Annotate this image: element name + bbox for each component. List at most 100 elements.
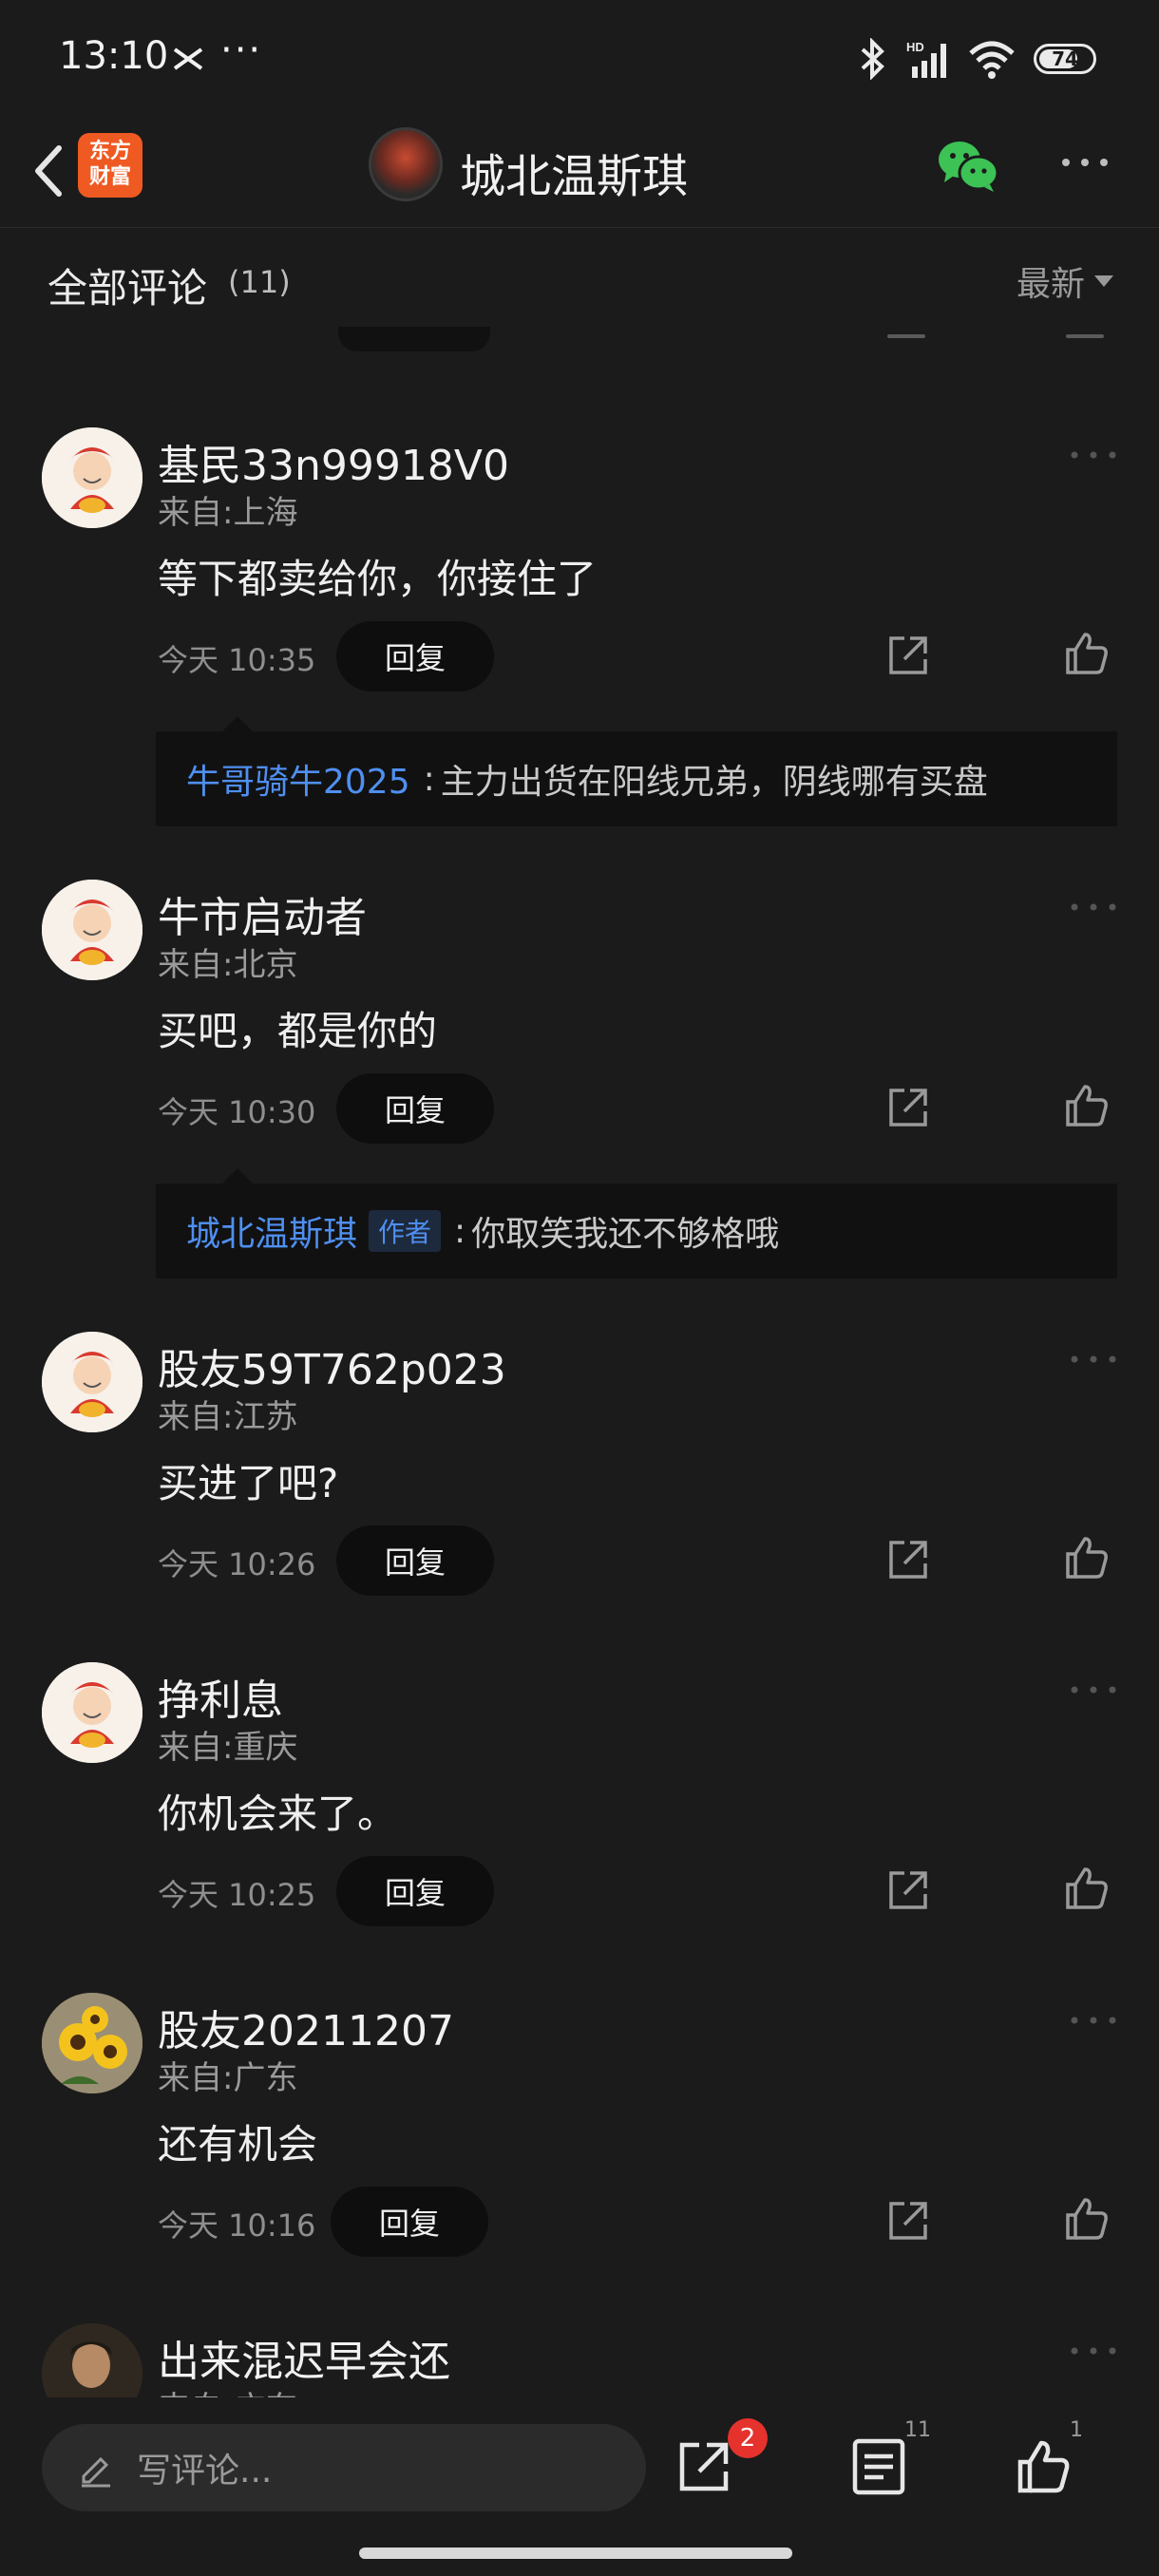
sort-select[interactable]: 最新 xyxy=(1016,256,1113,306)
comments-count: (11) xyxy=(228,264,291,300)
top-nav-bar: 东方 财富 城北温斯琪 xyxy=(0,114,1159,228)
comment-more-icon[interactable] xyxy=(1068,2014,1119,2027)
reply-preview[interactable]: 城北温斯琪 作者 : 你取笑我还不够格哦 xyxy=(156,1168,1117,1279)
avatar[interactable] xyxy=(42,1332,142,1432)
comment-location: 来自:重庆 xyxy=(158,1729,298,1767)
comment-location: 来自:江苏 xyxy=(158,1398,298,1436)
eastmoney-logo: 东方 财富 xyxy=(78,133,142,198)
reply-button[interactable]: 回复 xyxy=(336,1525,494,1596)
comment-more-icon[interactable] xyxy=(1068,448,1119,462)
share-icon[interactable] xyxy=(882,2194,935,2247)
avatar[interactable] xyxy=(42,2323,142,2397)
reply-text: 主力出货在阳线兄弟，阴线哪有买盘 xyxy=(440,763,988,802)
comment-text: 还有机会 xyxy=(158,2121,318,2168)
comment-time: 今天 10:35 xyxy=(158,642,316,678)
reply-button[interactable]: 回复 xyxy=(331,2187,488,2257)
home-indicator[interactable] xyxy=(359,2548,792,2559)
sunflower-avatar-icon xyxy=(42,1993,142,2093)
svg-text:HD: HD xyxy=(906,40,924,54)
avatar[interactable] xyxy=(42,427,142,528)
more-options-icon[interactable] xyxy=(1056,148,1113,177)
fortune-god-avatar-icon xyxy=(42,427,142,528)
author-tag: 作者 xyxy=(369,1210,442,1252)
share-icon[interactable] xyxy=(882,1081,935,1134)
caret-down-icon xyxy=(1094,275,1113,287)
comment-more-icon[interactable] xyxy=(1068,900,1119,914)
status-more-dots: ··· xyxy=(220,28,263,72)
logo-line-2: 财富 xyxy=(88,165,131,189)
wifi-icon xyxy=(969,41,1015,79)
comment-time: 今天 10:26 xyxy=(158,1546,316,1582)
status-icons: HD 74 xyxy=(857,38,1096,80)
comment-more-icon[interactable] xyxy=(1068,1353,1119,1366)
thumbs-up-icon[interactable] xyxy=(1013,2435,1075,2498)
write-comment-input[interactable]: 写评论... xyxy=(42,2424,646,2511)
pencil-icon xyxy=(82,2456,110,2488)
comment-location: 来自:广东 xyxy=(158,2059,298,2097)
share-icon[interactable] xyxy=(882,1864,935,1917)
logo-line-1: 东方 xyxy=(88,140,131,163)
comment-author[interactable]: 出来混迟早会还 xyxy=(158,2327,450,2388)
partial-reply-button xyxy=(338,327,490,351)
partial-like-icon xyxy=(1066,334,1104,338)
reply-preview[interactable]: 牛哥骑牛2025 : 主力出货在阳线兄弟，阴线哪有买盘 xyxy=(156,716,1117,826)
thumbs-up-icon[interactable] xyxy=(1060,627,1113,680)
comment-author[interactable]: 挣利息 xyxy=(158,1666,283,1727)
portrait-avatar-icon xyxy=(42,2323,142,2397)
avatar[interactable] xyxy=(42,880,142,980)
comment-time: 今天 10:25 xyxy=(158,1877,316,1913)
reply-button[interactable]: 回复 xyxy=(336,621,494,691)
share-icon[interactable] xyxy=(882,1533,935,1586)
share-icon[interactable] xyxy=(673,2435,735,2498)
comment-location: 来自:北京 xyxy=(158,946,298,984)
back-arrow-icon[interactable] xyxy=(21,135,78,207)
comment-location: 来自:广东 xyxy=(158,2382,297,2397)
thumbs-up-icon[interactable] xyxy=(1060,2192,1113,2245)
avatar[interactable] xyxy=(42,1993,142,2093)
signal-icon: HD xyxy=(906,40,946,78)
battery-percent: 74 xyxy=(1052,47,1078,70)
comment-more-icon[interactable] xyxy=(1068,1683,1119,1696)
fortune-god-avatar-icon xyxy=(42,1662,142,1763)
reply-button[interactable]: 回复 xyxy=(336,1073,494,1144)
reply-colon: : xyxy=(423,759,435,799)
avatar[interactable] xyxy=(42,1662,142,1763)
comment-author[interactable]: 股友59T762p023 xyxy=(158,1335,506,1396)
comments-list-icon[interactable] xyxy=(847,2435,910,2498)
comment-location: 来自:上海 xyxy=(158,494,298,532)
comment-text: 买吧，都是你的 xyxy=(158,1008,438,1054)
share-icon[interactable] xyxy=(882,629,935,682)
reply-button[interactable]: 回复 xyxy=(336,1856,494,1926)
comment-text: 买进了吧? xyxy=(158,1460,339,1506)
reply-author[interactable]: 牛哥骑牛2025 xyxy=(186,754,410,804)
comment-list[interactable]: 基民33n99918V0 来自:上海 等下都卖给你，你接住了 今天 10:35 … xyxy=(0,327,1159,2397)
fortune-god-avatar-icon xyxy=(42,1332,142,1432)
thumbs-up-icon[interactable] xyxy=(1060,1862,1113,1915)
partial-share-icon xyxy=(887,334,925,338)
share-badge: 2 xyxy=(728,2418,768,2458)
capcut-icon xyxy=(173,47,203,70)
bluetooth-icon xyxy=(861,38,884,80)
comment-author[interactable]: 股友20211207 xyxy=(158,1997,454,2057)
reply-text: 你取笑我还不够格哦 xyxy=(471,1215,780,1254)
bottom-action-bar: 写评论... 2 11 1 xyxy=(0,2397,1159,2530)
thumbs-up-icon[interactable] xyxy=(1060,1079,1113,1132)
comment-text: 等下都卖给你，你接住了 xyxy=(158,556,598,602)
page-title[interactable]: 城北温斯琪 xyxy=(460,139,688,205)
reply-colon: : xyxy=(454,1211,466,1251)
wechat-icon[interactable] xyxy=(937,137,999,196)
battery-icon: 74 xyxy=(1034,44,1096,74)
comments-count-badge: 11 xyxy=(904,2418,931,2442)
comment-time: 今天 10:16 xyxy=(158,2207,316,2244)
reply-author[interactable]: 城北温斯琪 xyxy=(186,1206,357,1256)
comment-time: 今天 10:30 xyxy=(158,1094,316,1130)
comment-author[interactable]: 基民33n99918V0 xyxy=(158,431,509,492)
author-avatar[interactable] xyxy=(369,127,443,201)
thumbs-up-icon[interactable] xyxy=(1060,1531,1113,1584)
comment-text: 你机会来了。 xyxy=(158,1790,398,1837)
comment-author[interactable]: 牛市启动者 xyxy=(158,883,367,944)
input-placeholder: 写评论... xyxy=(137,2452,273,2491)
status-time: 13:10 xyxy=(59,34,169,78)
comment-more-icon[interactable] xyxy=(1068,2344,1119,2358)
comments-title: 全部评论 xyxy=(48,265,208,312)
